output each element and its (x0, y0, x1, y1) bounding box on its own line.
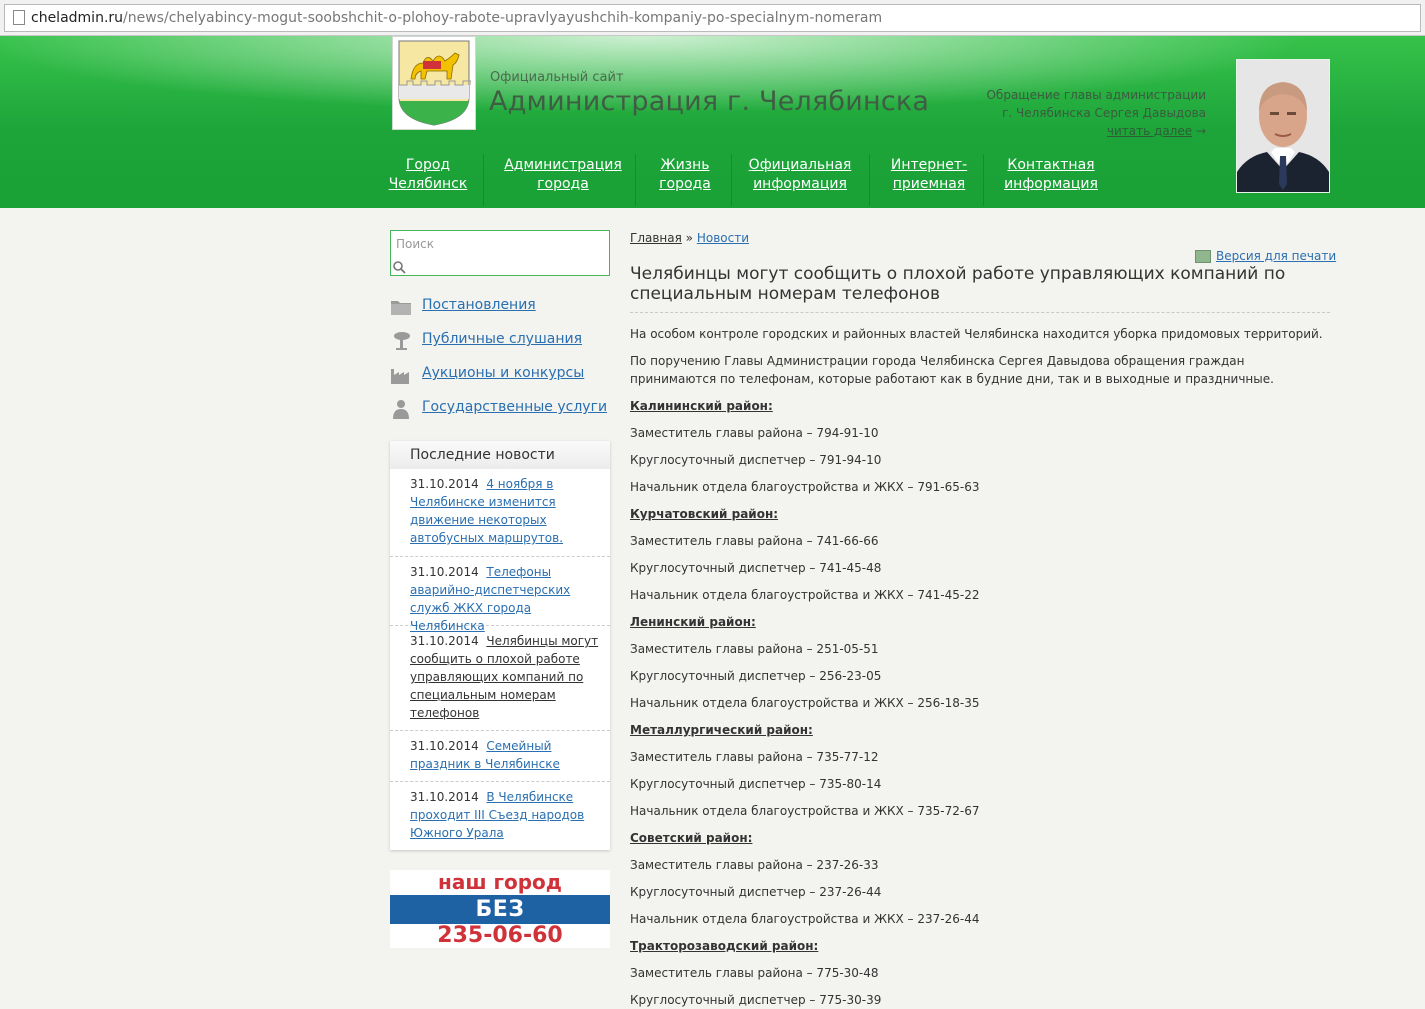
district-heading: Ленинский район: (630, 615, 756, 629)
phone-line: Заместитель главы района – 794-91-10 (630, 426, 879, 440)
sidebar-item-resolutions[interactable]: Постановления (390, 294, 620, 318)
appeal-line-1: Обращение главы администрации (986, 88, 1206, 102)
site-subtitle: Официальный сайт (490, 70, 624, 85)
head-of-administration-photo[interactable] (1236, 59, 1330, 193)
site-title[interactable]: Администрация г. Челябинска (489, 86, 929, 117)
phone-line: Круглосуточный диспетчер – 237-26-44 (630, 885, 882, 899)
sidebar-item-label[interactable]: Публичные слушания (422, 331, 582, 347)
district-heading: Металлургический район: (630, 723, 813, 737)
breadcrumb-separator: » (685, 231, 694, 245)
breadcrumb-home[interactable]: Главная (630, 231, 682, 245)
nav-item-contacts[interactable]: Контактная информация (996, 156, 1106, 194)
nav-item-official-info[interactable]: Официальная информация (740, 156, 860, 194)
printer-icon (1195, 250, 1211, 263)
search-placeholder: Поиск (396, 237, 435, 251)
nav-divider (483, 154, 484, 206)
news-item-current: 31.10.2014 Челябинцы могут сообщить о пл… (390, 626, 610, 731)
phone-line: Круглосуточный диспетчер – 256-23-05 (630, 669, 882, 683)
news-date: 31.10.2014 (410, 634, 479, 648)
phone-line: Заместитель главы района – 735-77-12 (630, 750, 879, 764)
article-paragraph: По поручению Главы Администрации города … (630, 354, 1274, 386)
arrow-right-icon: → (1195, 124, 1206, 138)
sidebar-item-label[interactable]: Постановления (422, 297, 536, 313)
sidebar-item-gov-services[interactable]: Государственные услуги (390, 396, 620, 420)
phone-line: Круглосуточный диспетчер – 741-45-48 (630, 561, 882, 575)
phone-line: Начальник отдела благоустройства и ЖКХ –… (630, 696, 980, 710)
news-item: 31.10.2014 В Челябинске проходит III Съе… (390, 782, 610, 849)
sidebar-item-auctions[interactable]: Аукционы и конкурсы (390, 362, 620, 386)
nav-item-city[interactable]: Город Челябинск (378, 156, 478, 194)
phone-line: Начальник отдела благоустройства и ЖКХ –… (630, 480, 980, 494)
site-header: Официальный сайт Администрация г. Челяби… (0, 36, 1425, 208)
phone-line: Заместитель главы района – 251-05-51 (630, 642, 879, 656)
news-item: 31.10.2014 Телефоны аварийно-диспетчерск… (390, 557, 610, 633)
district-heading: Советский район: (630, 831, 753, 845)
nav-divider (731, 154, 732, 206)
latest-news-panel: Последние новости 31.10.2014 4 ноября в … (390, 441, 610, 850)
print-version-link[interactable]: Версия для печати (1216, 249, 1336, 263)
search-input[interactable]: Поиск (390, 230, 610, 276)
district-heading: Курчатовский район: (630, 507, 779, 521)
head-appeal: Обращение главы администрации г. Челябин… (960, 86, 1206, 140)
url-field[interactable]: cheladmin.ru/news/chelyabincy-mogut-soob… (4, 4, 1421, 32)
news-date: 31.10.2014 (410, 565, 479, 579)
search-icon[interactable] (392, 260, 406, 274)
phone-line: Заместитель главы района – 775-30-48 (630, 966, 879, 980)
latest-news-title: Последние новости (410, 447, 555, 463)
nav-item-city-life[interactable]: Жизнь города (645, 156, 725, 194)
microphone-icon (390, 331, 412, 351)
appeal-line-2: г. Челябинска Сергея Давыдова (1002, 106, 1206, 120)
district-heading: Тракторозаводский район: (630, 939, 819, 953)
nav-divider (635, 154, 636, 206)
phone-line: Начальник отдела благоустройства и ЖКХ –… (630, 804, 980, 818)
nav-item-administration[interactable]: Администрация города (498, 156, 628, 194)
news-date: 31.10.2014 (410, 739, 479, 753)
sidebar-item-label[interactable]: Государственные услуги (422, 399, 607, 415)
article-title: Челябинцы могут сообщить о плохой работе… (630, 264, 1330, 313)
news-date: 31.10.2014 (410, 790, 479, 804)
phone-line: Начальник отдела благоустройства и ЖКХ –… (630, 588, 980, 602)
nav-item-internet-reception[interactable]: Интернет-приемная (879, 156, 979, 194)
news-date: 31.10.2014 (410, 477, 479, 491)
url-text[interactable]: cheladmin.ru/news/chelyabincy-mogut-soob… (31, 10, 882, 26)
phone-line: Круглосуточный диспетчер – 791-94-10 (630, 453, 882, 467)
read-more-link[interactable]: читать далее (1107, 124, 1192, 138)
phone-line: Заместитель главы района – 741-66-66 (630, 534, 879, 548)
page-icon (13, 10, 25, 25)
phone-line: Круглосуточный диспетчер – 735-80-14 (630, 777, 882, 791)
article-paragraph: На особом контроле городских и районных … (630, 327, 1323, 341)
sidebar-item-label[interactable]: Аукционы и конкурсы (422, 365, 584, 381)
factory-icon (390, 365, 412, 385)
url-host: cheladmin.ru (31, 10, 124, 26)
phone-line: Заместитель главы района – 237-26-33 (630, 858, 879, 872)
news-item: 31.10.2014 Семейный праздник в Челябинск… (390, 731, 610, 782)
city-coat-of-arms-logo[interactable] (392, 36, 476, 130)
folder-icon (390, 297, 412, 317)
breadcrumb-news[interactable]: Новости (697, 231, 749, 245)
no-drugs-banner[interactable]: наш город БЕЗ НАРКОТИКОВ 235-06-60 (390, 870, 610, 951)
phone-line: Круглосуточный диспетчер – 775-30-39 (630, 993, 882, 1007)
news-item: 31.10.2014 4 ноября в Челябинске изменит… (390, 469, 610, 557)
district-heading: Калининский район: (630, 399, 773, 413)
banner-line-2: БЕЗ НАРКОТИКОВ (390, 895, 610, 951)
breadcrumb: Главная » Новости (630, 231, 749, 245)
sidebar-item-public-hearings[interactable]: Публичные слушания (390, 328, 620, 352)
latest-news-header: Последние новости (390, 441, 610, 469)
url-path: /news/chelyabincy-mogut-soobshchit-o-plo… (123, 10, 883, 26)
banner-phone: 235-06-60 (437, 923, 563, 948)
nav-divider (983, 154, 984, 206)
person-icon (390, 399, 412, 419)
nav-divider (869, 154, 870, 206)
print-version[interactable]: Версия для печати (1195, 249, 1336, 263)
phone-line: Начальник отдела благоустройства и ЖКХ –… (630, 912, 980, 926)
banner-line-1: наш город (438, 870, 562, 894)
browser-address-bar: cheladmin.ru/news/chelyabincy-mogut-soob… (0, 0, 1425, 36)
camel-emblem-icon (398, 40, 471, 126)
